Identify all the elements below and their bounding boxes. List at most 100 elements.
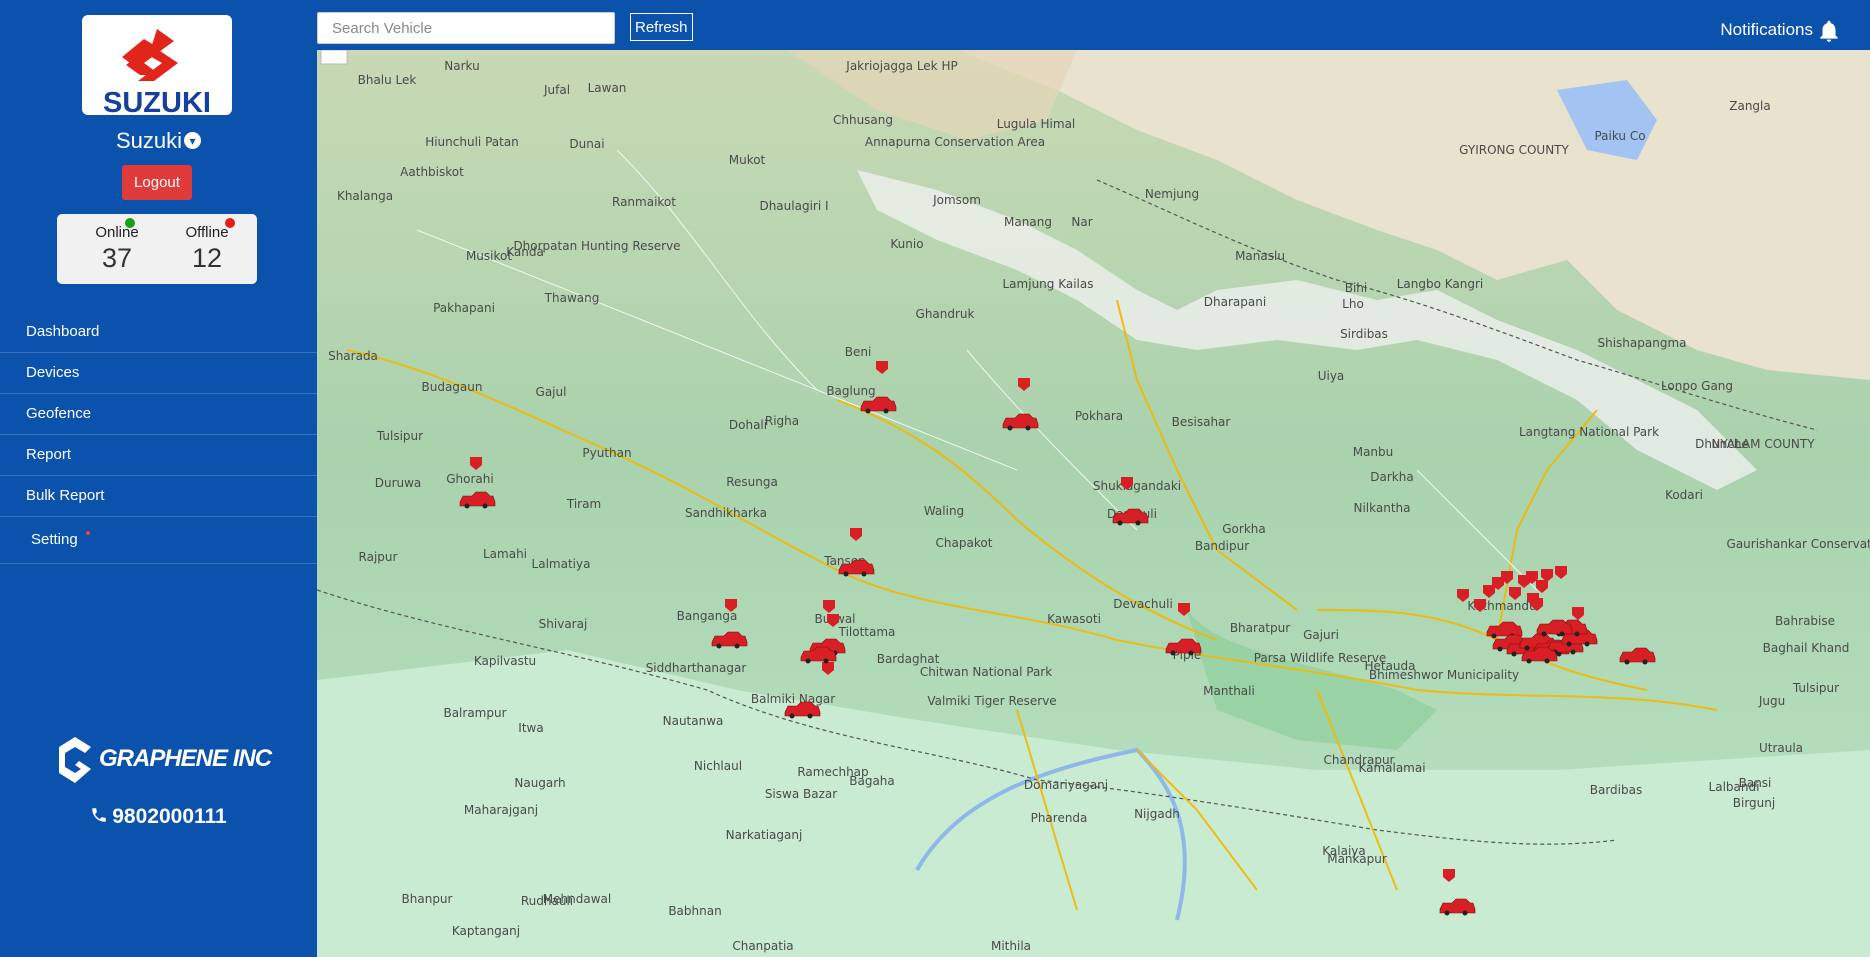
nav-item-setting[interactable]: Setting <box>0 517 317 564</box>
map-place-label: NYALAM COUNTY <box>1711 437 1815 451</box>
map-place-label: Khalanga <box>337 189 393 203</box>
chevron-down-icon[interactable]: ▾ <box>184 132 202 149</box>
user-menu[interactable]: Suzuki ▾ <box>0 128 317 154</box>
user-name: Suzuki <box>115 128 183 153</box>
map-place-label: Dhorpatan Hunting Reserve <box>513 239 680 253</box>
map-place-label: Ghandruk <box>916 307 975 321</box>
map-place-label: Shuklagandaki <box>1093 479 1181 493</box>
map-place-label: Baghail Khand <box>1763 641 1850 655</box>
map-place-label: Tiram <box>566 497 601 511</box>
map-place-label: Nichlaul <box>694 759 742 773</box>
map-canvas[interactable]: Bhalu Lek Narku Jakriojagga Lek HP Jufal Law… <box>317 50 1870 957</box>
map-place-label: Resunga <box>726 475 778 489</box>
map-place-label: Mukot <box>729 153 766 167</box>
map-place-label: Banganga <box>677 609 738 623</box>
map-place-label: GYIRONG COUNTY <box>1459 143 1569 157</box>
map-place-label: Shivaraj <box>539 617 588 631</box>
map-place-label: Dharapani <box>1204 295 1266 309</box>
nav-item-setting-label: Setting <box>31 531 78 548</box>
search-vehicle-input[interactable] <box>317 12 615 44</box>
online-indicator-dot <box>125 218 135 228</box>
map-place-label: Sandhikharka <box>685 506 767 520</box>
map-place-label: Birgunj <box>1733 796 1775 810</box>
nav-item-bulk-report[interactable]: Bulk Report <box>0 476 317 517</box>
map-place-label: Tilottama <box>838 625 896 639</box>
brand-text: GRAPHENE INC <box>99 745 272 772</box>
map-place-label: Narku <box>444 59 479 73</box>
notification-dot <box>86 531 90 535</box>
offline-stat: Offline 12 <box>167 224 247 274</box>
map-place-label: Sharada <box>328 349 378 363</box>
nav-item-dashboard[interactable]: Dashboard <box>0 312 317 353</box>
offline-indicator-dot <box>225 218 235 228</box>
support-phone: 9802000111 <box>0 805 317 829</box>
map-place-label: Duruwa <box>375 476 422 490</box>
map-place-label: Bagaha <box>849 774 895 788</box>
map-place-label: Dhaulagiri I <box>759 199 828 213</box>
map-place-label: Bhanpur <box>402 892 453 906</box>
graphene-brand: GRAPHENE INC <box>55 735 275 785</box>
map-place-label: Nilkantha <box>1353 501 1410 515</box>
sidebar-nav: Dashboard Devices Geofence Report Bulk R… <box>0 312 317 564</box>
map-place-label: Zangla <box>1729 99 1770 113</box>
map-place-label: Bhimeshwor Municipality <box>1369 668 1519 682</box>
map-place-label: Mithila <box>991 939 1031 953</box>
nav-item-report[interactable]: Report <box>0 435 317 476</box>
map-place-label: Narkatiaganj <box>726 828 803 842</box>
map-place-label: Bandipur <box>1195 539 1249 553</box>
phone-number: 9802000111 <box>112 805 227 828</box>
online-stat: Online 37 <box>77 224 157 274</box>
map-place-label: Babhnan <box>668 904 721 918</box>
map-place-label: Dunai <box>569 137 604 151</box>
map-place-label: Manang <box>1004 215 1052 229</box>
map-place-label: Tulsipur <box>376 429 423 443</box>
map-place-label: Ranmaikot <box>612 195 676 209</box>
nav-item-geofence[interactable]: Geofence <box>0 394 317 435</box>
map-place-label: Lugula Himal <box>997 117 1076 131</box>
suzuki-logo: SUZUKI <box>82 15 232 119</box>
map-place-label: Devachuli <box>1113 597 1173 611</box>
map-place-label: Gorkha <box>1222 522 1265 536</box>
map-place-label: Dohali <box>729 418 767 432</box>
map-place-label: Shishapangma <box>1597 336 1686 350</box>
map-place-label: Aathbiskot <box>400 165 464 179</box>
offline-label: Offline <box>185 224 229 241</box>
map-place-label: Bardibas <box>1590 783 1642 797</box>
map-place-label: Mankapur <box>1327 852 1387 866</box>
sidebar: SUZUKI Suzuki ▾ Logout Online 37 Offline … <box>0 0 317 957</box>
map-place-label: Lawan <box>588 81 627 95</box>
map-place-label: Lalmatiya <box>532 557 591 571</box>
map-place-label: Bharatpur <box>1230 621 1290 635</box>
notifications-button[interactable]: Notifications <box>1670 18 1870 46</box>
map-place-label: Chapakot <box>936 536 993 550</box>
map-place-label: Utraula <box>1759 741 1803 755</box>
map-place-label: Itwa <box>518 721 543 735</box>
map-place-label: Uiya <box>1318 369 1345 383</box>
nav-item-devices[interactable]: Devices <box>0 353 317 394</box>
map-place-label: Naugarh <box>514 776 565 790</box>
map-place-label: Bardaghat <box>877 652 940 666</box>
map-place-label: Baglung <box>826 384 875 398</box>
map-place-label: Chanpatia <box>732 939 793 953</box>
map-place-label: Besisahar <box>1172 415 1231 429</box>
map-place-label: Pokhara <box>1075 409 1123 423</box>
logout-button[interactable]: Logout <box>122 165 192 200</box>
map-place-label: Lho <box>1342 297 1364 311</box>
map-view[interactable]: Bhalu Lek Narku Jakriojagga Lek HP Jufal Law… <box>317 50 1870 957</box>
map-place-label: Kamalamai <box>1358 761 1425 775</box>
map-place-label: Tulsipur <box>1792 681 1839 695</box>
map-place-label: Gajuri <box>1303 628 1339 642</box>
map-place-label: Waling <box>924 504 964 518</box>
logo-text: SUZUKI <box>103 87 211 119</box>
online-count: 37 <box>101 243 133 273</box>
map-place-label: Bihi <box>1345 281 1368 295</box>
map-place-label: Kaptanganj <box>452 924 520 938</box>
map-place-label: Kawasoti <box>1047 612 1101 626</box>
map-place-label: Siddharthanagar <box>646 661 747 675</box>
map-place-label: Kapilvastu <box>474 654 536 668</box>
refresh-button[interactable]: Refresh <box>630 13 693 41</box>
map-place-label: Rajpur <box>359 550 398 564</box>
map-place-label: Nar <box>1071 215 1092 229</box>
map-place-label: Pakhapani <box>433 301 495 315</box>
map-place-label: Thawang <box>544 291 600 305</box>
